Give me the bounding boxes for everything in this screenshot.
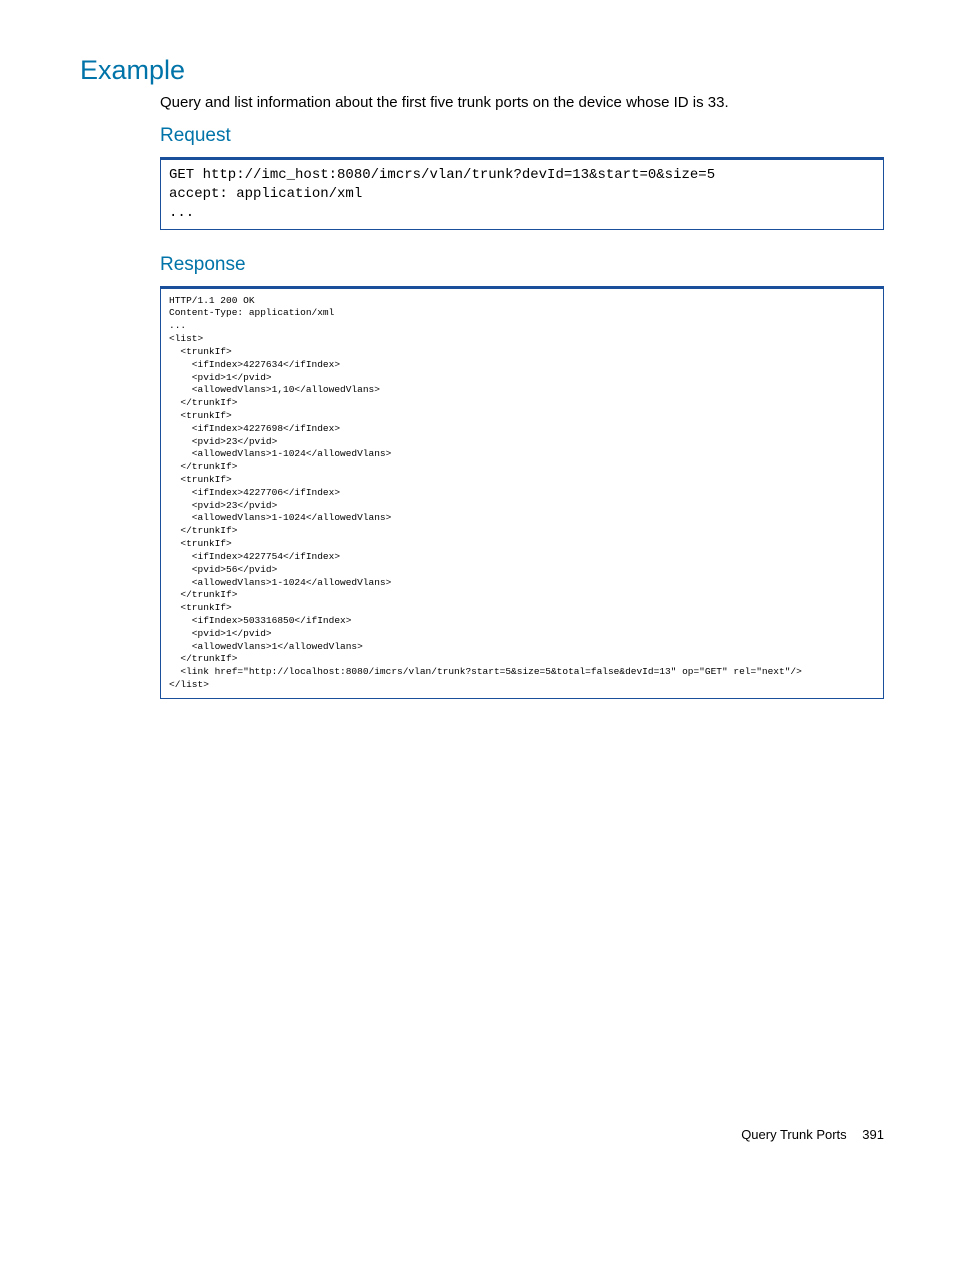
- response-code-block: HTTP/1.1 200 OK Content-Type: applicatio…: [160, 286, 884, 699]
- footer-page-number: 391: [862, 1127, 884, 1142]
- heading-request: Request: [80, 125, 884, 147]
- request-code-block: GET http://imc_host:8080/imcrs/vlan/trun…: [160, 157, 884, 230]
- page-content: Example Query and list information about…: [0, 0, 954, 1180]
- heading-response: Response: [80, 254, 884, 276]
- intro-paragraph: Query and list information about the fir…: [80, 94, 884, 111]
- page-footer: Query Trunk Ports 391: [741, 1127, 884, 1142]
- heading-example: Example: [80, 55, 884, 86]
- footer-title: Query Trunk Ports: [741, 1127, 846, 1142]
